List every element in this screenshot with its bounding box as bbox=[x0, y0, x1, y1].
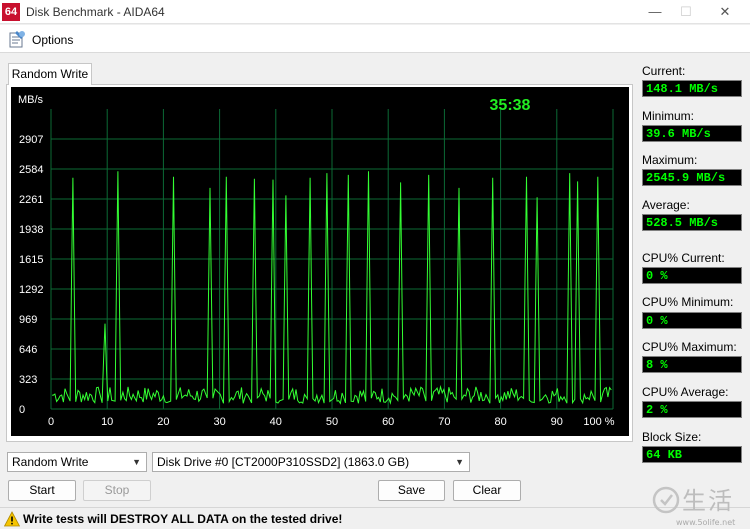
maximum-value: 2545.9 MB/s bbox=[642, 169, 742, 186]
benchmark-chart-svg: 0 323 646 969 1292 1615 1938 2261 2584 2907 MB/s 0 1… bbox=[11, 87, 629, 436]
cpu-current-label: CPU% Current: bbox=[642, 251, 725, 265]
current-value: 148.1 MB/s bbox=[642, 80, 742, 97]
cpu-minimum-value: 0 % bbox=[642, 312, 742, 329]
stop-button[interactable]: Stop bbox=[83, 480, 151, 501]
x-tick-label: 50 bbox=[326, 416, 338, 428]
watermark-logo-icon bbox=[652, 486, 680, 514]
x-tick-label: 40 bbox=[270, 416, 282, 428]
test-type-select[interactable]: Random Write ▼ bbox=[7, 452, 147, 472]
save-button[interactable]: Save bbox=[378, 480, 445, 501]
y-tick-label: 1292 bbox=[19, 284, 43, 296]
cpu-current-value: 0 % bbox=[642, 267, 742, 284]
test-type-selected: Random Write bbox=[12, 455, 89, 469]
average-label: Average: bbox=[642, 198, 690, 212]
y-tick-label: 969 bbox=[19, 314, 37, 326]
chevron-down-icon: ▼ bbox=[455, 457, 464, 467]
y-axis-label: MB/s bbox=[18, 94, 44, 106]
cpu-maximum-value: 8 % bbox=[642, 356, 742, 373]
y-tick-label: 2261 bbox=[19, 194, 43, 206]
destroy-data-warning: Write tests will DESTROY ALL DATA on the… bbox=[23, 512, 343, 526]
y-tick-label: 0 bbox=[19, 404, 25, 416]
y-tick-label: 2584 bbox=[19, 164, 43, 176]
aida64-app-icon[interactable]: 64 bbox=[2, 3, 20, 21]
drive-selected: Disk Drive #0 [CT2000P310SSD2] (1863.0 G… bbox=[157, 455, 410, 469]
maximum-label: Maximum: bbox=[642, 153, 698, 167]
maximize-button[interactable]: ☐ bbox=[676, 2, 696, 22]
drive-select[interactable]: Disk Drive #0 [CT2000P310SSD2] (1863.0 G… bbox=[152, 452, 470, 472]
close-button[interactable]: ✕ bbox=[715, 2, 735, 22]
options-icon[interactable] bbox=[7, 29, 27, 49]
x-tick-label: 10 bbox=[101, 416, 113, 428]
cpu-average-value: 2 % bbox=[642, 401, 742, 418]
average-value: 528.5 MB/s bbox=[642, 214, 742, 231]
clear-button[interactable]: Clear bbox=[453, 480, 521, 501]
cpu-maximum-label: CPU% Maximum: bbox=[642, 340, 737, 354]
cpu-minimum-label: CPU% Minimum: bbox=[642, 295, 734, 309]
title-bar: 64 Disk Benchmark - AIDA64 — ☐ ✕ bbox=[0, 0, 750, 24]
status-bar: Write tests will DESTROY ALL DATA on the… bbox=[0, 507, 750, 529]
x-tick-label: 20 bbox=[157, 416, 169, 428]
y-tick-label: 1938 bbox=[19, 224, 43, 236]
block-size-label: Block Size: bbox=[642, 430, 702, 444]
current-label: Current: bbox=[642, 64, 686, 78]
options-menu[interactable]: Options bbox=[32, 33, 73, 47]
window-title: Disk Benchmark - AIDA64 bbox=[26, 5, 165, 19]
x-tick-label: 90 bbox=[551, 416, 563, 428]
block-size-value: 64 KB bbox=[642, 446, 742, 463]
watermark-url: www.5olife.net bbox=[676, 518, 736, 527]
y-tick-label: 1615 bbox=[19, 254, 43, 266]
x-tick-label: 70 bbox=[438, 416, 450, 428]
minimize-button[interactable]: — bbox=[645, 2, 665, 22]
x-tick-label: 80 bbox=[494, 416, 506, 428]
y-tick-label: 646 bbox=[19, 344, 37, 356]
benchmark-chart: 0 323 646 969 1292 1615 1938 2261 2584 2907 MB/s 0 1… bbox=[11, 87, 629, 436]
y-tick-label: 2907 bbox=[19, 134, 43, 146]
watermark-text: 生活 bbox=[682, 487, 734, 515]
y-tick-label: 323 bbox=[19, 374, 37, 386]
tab-random-write[interactable]: Random Write bbox=[8, 63, 92, 85]
x-tick-label: 100 % bbox=[583, 416, 614, 428]
minimum-value: 39.6 MB/s bbox=[642, 125, 742, 142]
elapsed-timer: 35:38 bbox=[490, 97, 531, 114]
warning-icon bbox=[4, 511, 20, 527]
start-button[interactable]: Start bbox=[8, 480, 76, 501]
menu-bar: Options bbox=[0, 25, 750, 53]
x-tick-label: 0 bbox=[48, 416, 54, 428]
x-tick-label: 30 bbox=[213, 416, 225, 428]
chevron-down-icon: ▼ bbox=[132, 457, 141, 467]
x-tick-label: 60 bbox=[382, 416, 394, 428]
minimum-label: Minimum: bbox=[642, 109, 695, 123]
cpu-average-label: CPU% Average: bbox=[642, 385, 729, 399]
